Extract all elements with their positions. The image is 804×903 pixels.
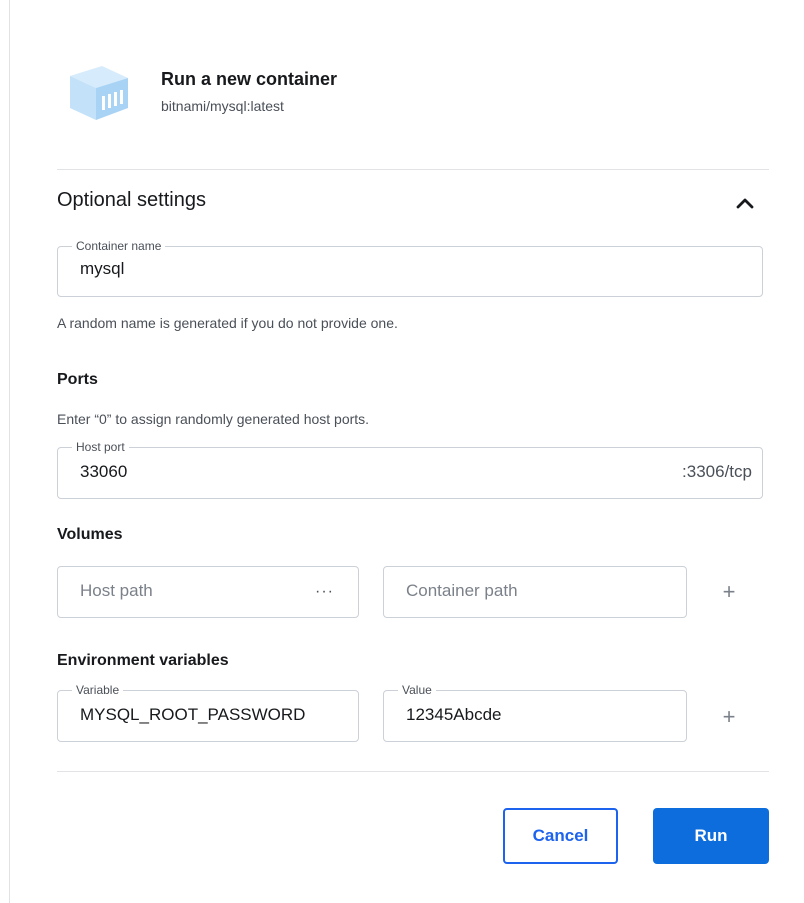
host-path-input[interactable]: Host path	[80, 581, 153, 601]
dialog-title: Run a new container	[161, 69, 338, 89]
env-value-input[interactable]: 12345Abcde	[406, 705, 501, 725]
host-path-field[interactable]: Host path ···	[57, 566, 359, 618]
env-value-label: Value	[398, 682, 436, 698]
container-cube-icon	[70, 66, 128, 120]
container-name-label: Container name	[72, 238, 166, 254]
ports-helper: Enter “0” to assign randomly generated h…	[57, 411, 370, 427]
cancel-button[interactable]: Cancel	[503, 808, 618, 864]
run-button[interactable]: Run	[653, 808, 769, 864]
left-divider	[9, 0, 10, 903]
container-name-input[interactable]: mysql	[80, 259, 124, 279]
host-port-field[interactable]: Host port 33060 :3306/tcp	[57, 439, 763, 499]
ports-title: Ports	[57, 371, 98, 388]
env-value-field[interactable]: Value 12345Abcde	[383, 682, 687, 742]
optional-settings-title: Optional settings	[57, 189, 206, 211]
host-port-label: Host port	[72, 439, 129, 455]
container-port-suffix: :3306/tcp	[682, 462, 752, 481]
container-name-helper: A random name is generated if you do not…	[57, 315, 398, 331]
env-variable-label: Variable	[72, 682, 124, 698]
container-name-field[interactable]: Container name mysql	[57, 238, 763, 297]
volumes-title: Volumes	[57, 526, 123, 543]
add-env-plus-icon[interactable]: +	[719, 706, 739, 728]
divider-bottom	[57, 771, 769, 772]
add-volume-plus-icon[interactable]: +	[719, 581, 739, 603]
container-path-input[interactable]: Container path	[406, 581, 518, 601]
chevron-up-icon[interactable]	[733, 193, 757, 213]
env-variable-input[interactable]: MYSQL_ROOT_PASSWORD	[80, 705, 305, 725]
env-variable-field[interactable]: Variable MYSQL_ROOT_PASSWORD	[57, 682, 359, 742]
browse-host-path-button[interactable]: ···	[315, 583, 334, 601]
image-name: bitnami/mysql:latest	[161, 98, 284, 114]
container-path-field[interactable]: Container path	[383, 566, 687, 618]
divider-top	[57, 169, 769, 170]
host-port-input[interactable]: 33060	[80, 462, 127, 482]
env-title: Environment variables	[57, 652, 229, 669]
